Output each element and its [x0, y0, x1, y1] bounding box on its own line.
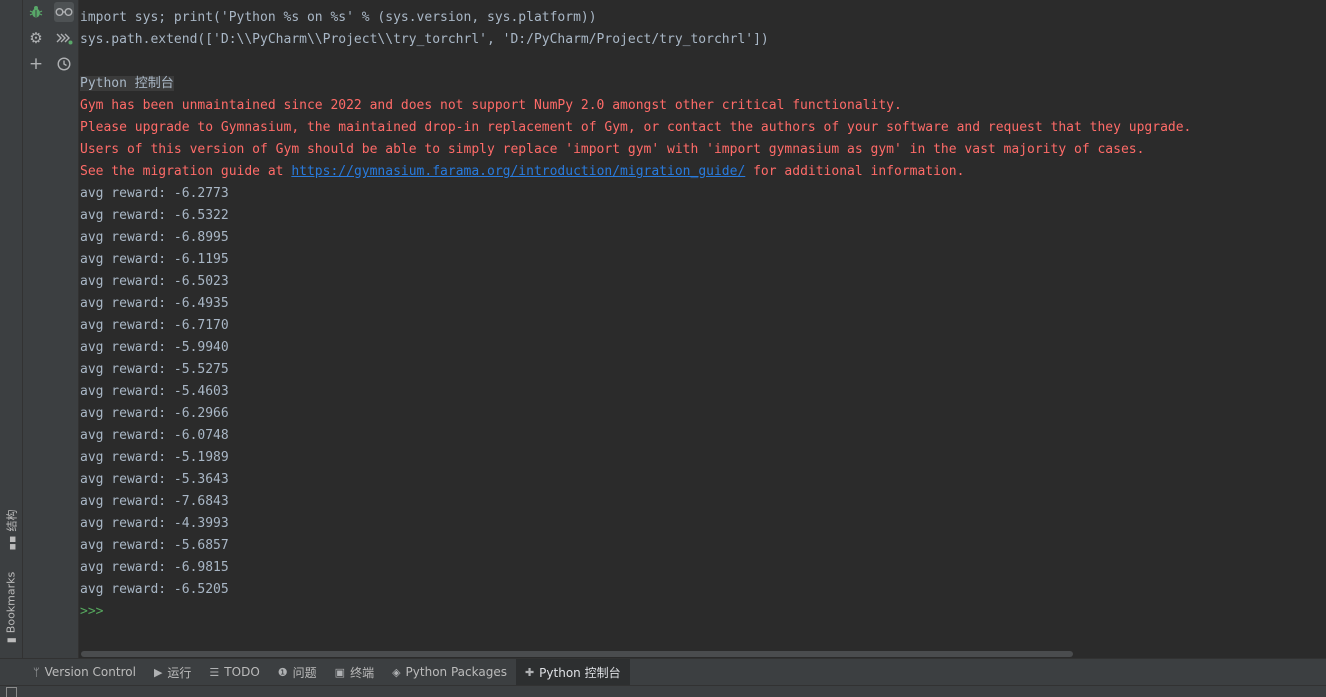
bookmarks-tab[interactable]: ▮ Bookmarks: [0, 565, 22, 650]
reward-line: avg reward: -6.5205: [80, 582, 229, 597]
tab-todo[interactable]: ☰ TODO: [200, 659, 268, 685]
console-toolbar: ⚙ +: [23, 0, 79, 658]
plus-icon: +: [28, 54, 44, 74]
migration-suffix: for additional information.: [745, 164, 965, 179]
reward-line: avg reward: -6.2773: [80, 186, 229, 201]
tab-label: Python Packages: [405, 665, 507, 679]
tab-problems[interactable]: ❶ 问题: [269, 659, 326, 685]
tool-window-bar: ᛘ Version Control ▶ 运行 ☰ TODO ❶ 问题 ▣ 终端 …: [0, 658, 1326, 685]
reward-line: avg reward: -6.5322: [80, 208, 229, 223]
run-icon: ▶: [153, 665, 163, 679]
left-tool-strip: ▪▪ 结构 ▮ Bookmarks: [0, 0, 23, 658]
console-banner: Python 控制台: [80, 73, 174, 95]
tab-label: Python 控制台: [539, 665, 621, 680]
python-console-output[interactable]: import sys; print('Python %s on %s' % (s…: [79, 0, 1326, 658]
reward-line: avg reward: -6.2966: [80, 406, 229, 421]
reward-line: avg reward: -6.4935: [80, 296, 229, 311]
show-variables-button[interactable]: [54, 2, 74, 22]
problems-icon: ❶: [277, 665, 288, 679]
structure-icon: ▪▪: [4, 535, 18, 551]
reward-line: avg reward: -5.1989: [80, 450, 229, 465]
warning-line: Gym has been unmaintained since 2022 and…: [80, 98, 902, 113]
structure-tab[interactable]: ▪▪ 结构: [0, 505, 22, 555]
migration-guide-link[interactable]: https://gymnasium.farama.org/introductio…: [291, 164, 745, 179]
console-prompt[interactable]: >>>: [80, 601, 103, 623]
layers-icon: ◈: [392, 665, 401, 679]
tab-version-control[interactable]: ᛘ Version Control: [24, 659, 145, 685]
toggle-tool-windows-icon[interactable]: [6, 687, 17, 697]
console-line: sys.path.extend(['D:\\PyCharm\\Project\\…: [80, 32, 769, 47]
reward-line: avg reward: -6.1195: [80, 252, 229, 267]
terminal-icon: ▣: [334, 665, 346, 679]
horizontal-scrollbar[interactable]: [81, 651, 1073, 657]
new-console-button[interactable]: +: [26, 54, 46, 74]
console-line: import sys; print('Python %s on %s' % (s…: [80, 10, 597, 25]
reward-line: avg reward: -6.9815: [80, 560, 229, 575]
migration-line: See the migration guide at https://gymna…: [80, 161, 964, 183]
bug-icon: [29, 6, 43, 18]
gear-icon: ⚙: [29, 29, 43, 47]
run-all-icon: [56, 33, 73, 45]
warning-line: Users of this version of Gym should be a…: [80, 142, 1145, 157]
tab-label: 终端: [350, 665, 375, 680]
migration-prefix: See the migration guide at: [80, 164, 292, 179]
reward-line: avg reward: -4.3993: [80, 516, 229, 531]
python-icon: ✚: [524, 665, 535, 679]
tab-label: TODO: [224, 665, 260, 679]
status-bar: [0, 685, 1326, 697]
tab-python-packages[interactable]: ◈ Python Packages: [383, 659, 516, 685]
reward-line: avg reward: -5.3643: [80, 472, 229, 487]
tab-label: 运行: [167, 665, 192, 680]
tab-label: Version Control: [44, 665, 136, 679]
history-button[interactable]: [54, 54, 74, 74]
list-icon: ☰: [209, 665, 220, 679]
reward-line: avg reward: -5.6857: [80, 538, 229, 553]
reward-line: avg reward: -5.4603: [80, 384, 229, 399]
history-icon: [57, 57, 71, 71]
reward-line: avg reward: -7.6843: [80, 494, 229, 509]
reward-line: avg reward: -6.0748: [80, 428, 229, 443]
execute-all-button[interactable]: [54, 28, 74, 48]
tab-label: 问题: [292, 665, 317, 680]
reward-line: avg reward: -5.9940: [80, 340, 229, 355]
reward-line: avg reward: -6.5023: [80, 274, 229, 289]
reward-line: avg reward: -6.7170: [80, 318, 229, 333]
tab-terminal[interactable]: ▣ 终端: [326, 659, 383, 685]
console-banner-text: Python 控制台: [80, 76, 174, 91]
debug-button[interactable]: [26, 2, 46, 22]
structure-label: 结构: [5, 509, 19, 532]
pycharm-window: ▪▪ 结构 ▮ Bookmarks ⚙ + import sys; print(…: [0, 0, 1326, 697]
bookmark-icon: ▮: [4, 637, 18, 644]
reward-line: avg reward: -5.5275: [80, 362, 229, 377]
reward-line: avg reward: -6.8995: [80, 230, 229, 245]
branch-icon: ᛘ: [33, 665, 40, 679]
bookmarks-label: Bookmarks: [4, 571, 18, 634]
warning-line: Please upgrade to Gymnasium, the maintai…: [80, 120, 1192, 135]
settings-button[interactable]: ⚙: [26, 28, 46, 48]
glasses-icon: [55, 8, 73, 16]
tab-run[interactable]: ▶ 运行: [145, 659, 200, 685]
tab-python-console[interactable]: ✚ Python 控制台: [515, 659, 630, 685]
